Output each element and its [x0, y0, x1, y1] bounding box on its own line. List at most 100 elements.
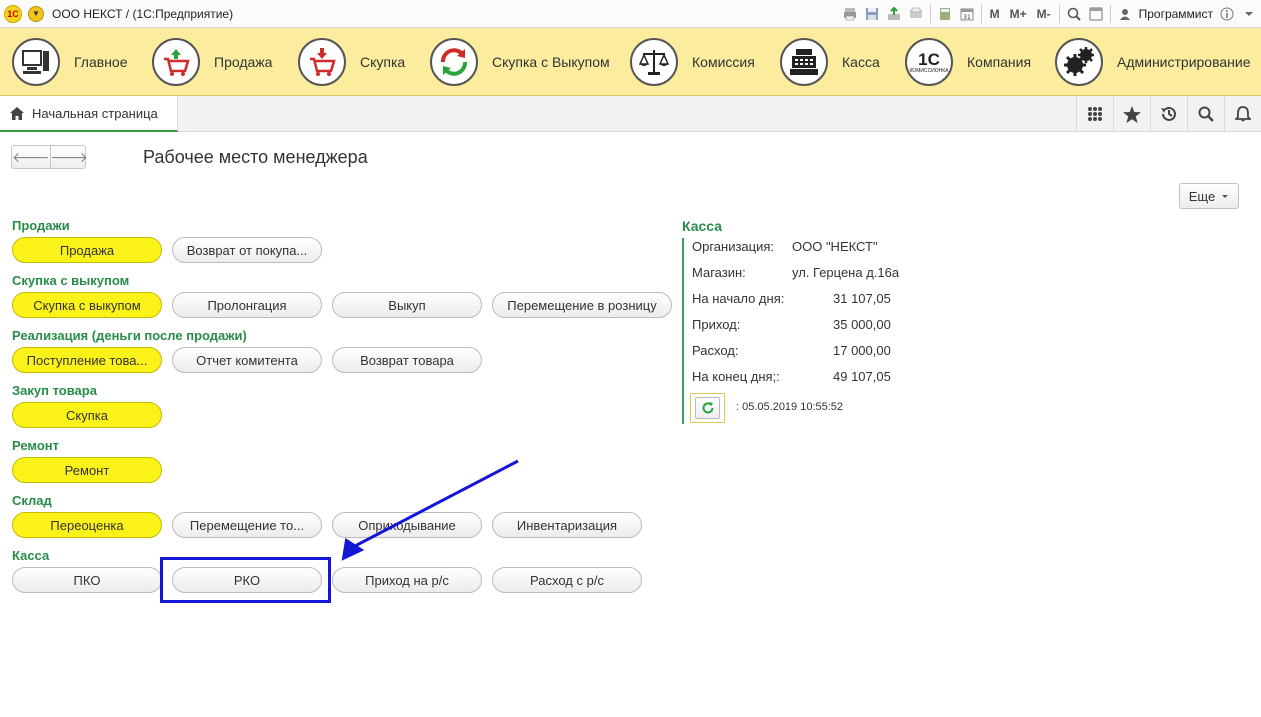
grid-icon: [1088, 107, 1102, 121]
tab-bar: Начальная страница: [0, 96, 1261, 132]
title-bar: 1С ▼ ООО НЕКСТ / (1С:Предприятие) 31 M M…: [0, 0, 1261, 28]
user-name[interactable]: Программист: [1139, 7, 1213, 21]
memory-plus-button[interactable]: M+: [1008, 7, 1029, 21]
save-icon[interactable]: [864, 6, 880, 22]
redemption-button[interactable]: Выкуп: [332, 292, 482, 318]
section-sales[interactable]: Продажа: [152, 28, 272, 96]
section-label: Комиссия: [692, 54, 755, 70]
section-buyup[interactable]: Скупка: [298, 28, 405, 96]
company-icon-subtext: КОМИССИОНКА: [909, 67, 949, 74]
notifications-button[interactable]: [1224, 96, 1261, 132]
bank-income-button[interactable]: Приход на р/с: [332, 567, 482, 593]
cart-up-icon: [152, 38, 200, 86]
window-title: ООО НЕКСТ / (1С:Предприятие): [52, 6, 234, 21]
memory-m-button[interactable]: M: [988, 7, 1002, 21]
kassa-panel-border: [682, 238, 684, 424]
goods-receipt-button[interactable]: Поступление това...: [12, 347, 162, 373]
info-icon[interactable]: [1219, 6, 1235, 22]
kassa-label-expense: Расход:: [692, 343, 739, 358]
calculator-icon[interactable]: [937, 6, 953, 22]
calendar-icon[interactable]: 31: [959, 6, 975, 22]
section-label: Продажа: [214, 54, 273, 70]
more-button[interactable]: Еще: [1179, 183, 1239, 209]
kassa-panel-title: Касса: [682, 218, 723, 234]
more-button-label: Еще: [1188, 188, 1216, 204]
section-label: Администрирование: [1117, 54, 1251, 70]
star-icon: [1123, 105, 1141, 123]
section-label: Скупка с Выкупом: [492, 54, 610, 70]
sections-panel: Главное Продажа Скупка Скупка с Выкупом …: [0, 28, 1261, 96]
group-title-buyup-redemption: Скупка с выкупом: [12, 273, 130, 288]
group-title-sales: Продажи: [12, 218, 70, 233]
annotation-highlight-box: [160, 557, 331, 603]
posting-button[interactable]: Оприходывание: [332, 512, 482, 538]
back-arrow-icon[interactable]: 🡐: [12, 146, 51, 168]
section-commission[interactable]: Комиссия: [630, 28, 755, 96]
group-title-realization: Реализация (деньги после продажи): [12, 328, 247, 343]
inventory-button[interactable]: Инвентаризация: [492, 512, 642, 538]
section-kassa[interactable]: Касса: [780, 28, 880, 96]
kassa-label-organization: Организация:: [692, 239, 775, 254]
chevron-down-icon[interactable]: [1241, 6, 1257, 22]
sale-button[interactable]: Продажа: [12, 237, 162, 263]
history-icon: [1161, 106, 1176, 121]
buyup-redemption-button[interactable]: Скупка с выкупом: [12, 292, 162, 318]
section-buyup-redemption[interactable]: Скупка с Выкупом: [430, 28, 610, 96]
refresh-button[interactable]: [690, 393, 725, 423]
consignor-report-button[interactable]: Отчет комитента: [172, 347, 322, 373]
kassa-timestamp: : 05.05.2019 10:55:52: [736, 401, 844, 413]
separator: [1109, 5, 1111, 23]
kassa-value-income: 35 000,00: [833, 317, 891, 332]
revaluation-button[interactable]: Переоценка: [12, 512, 162, 538]
bell-icon: [1235, 105, 1251, 121]
section-admin[interactable]: Администрирование: [1055, 28, 1251, 96]
export-icon[interactable]: [886, 6, 902, 22]
cart-down-icon: [298, 38, 346, 86]
all-functions-button[interactable]: [1076, 96, 1113, 132]
chevron-down-icon: [1222, 195, 1229, 198]
title-toolbar: 31 M M+ M- Программист: [842, 0, 1257, 28]
kassa-value-organization: ООО "НЕКСТ": [792, 239, 878, 254]
search-button[interactable]: [1187, 96, 1224, 132]
prolongation-button[interactable]: Пролонгация: [172, 292, 322, 318]
goods-movement-button[interactable]: Перемещение то...: [172, 512, 322, 538]
company-icon-text: 1С: [918, 49, 940, 69]
refresh-button-inner: [695, 397, 720, 419]
section-label: Компания: [967, 54, 1032, 70]
company-1c-icon: 1С КОМИССИОНКА: [905, 38, 953, 86]
cycle-arrows-icon: [430, 38, 478, 86]
print-icon[interactable]: [842, 6, 858, 22]
customer-return-button[interactable]: Возврат от покупа...: [172, 237, 322, 263]
pko-button[interactable]: ПКО: [12, 567, 162, 593]
tab-home[interactable]: Начальная страница: [0, 96, 178, 132]
search-icon: [1198, 106, 1214, 122]
refresh-icon: [702, 402, 713, 414]
kassa-value-day-start: 31 107,05: [833, 291, 891, 306]
tab-home-label: Начальная страница: [32, 105, 158, 121]
group-title-purchase: Закуп товара: [12, 383, 97, 398]
preview-icon[interactable]: [908, 6, 924, 22]
bank-expense-button[interactable]: Расход с р/с: [492, 567, 642, 593]
window-icon[interactable]: [1088, 6, 1104, 22]
cash-register-icon: [780, 38, 828, 86]
history-button[interactable]: [1150, 96, 1187, 132]
main-menu-button[interactable]: ▼: [28, 5, 44, 22]
zoom-icon[interactable]: [1066, 6, 1082, 22]
memory-minus-button[interactable]: M-: [1035, 7, 1053, 21]
favorites-button[interactable]: [1113, 96, 1150, 132]
move-to-retail-button[interactable]: Перемещение в розницу: [492, 292, 672, 318]
goods-return-button[interactable]: Возврат товара: [332, 347, 482, 373]
forward-arrow-icon[interactable]: 🡒: [51, 146, 89, 168]
buyup-button[interactable]: Скупка: [12, 402, 162, 428]
home-icon: [10, 106, 24, 120]
kassa-label-income: Приход:: [692, 317, 741, 332]
section-label: Скупка: [360, 54, 406, 70]
nav-arrows: 🡐 🡒: [11, 145, 89, 169]
kassa-value-store: ул. Герцена д.16а: [792, 265, 900, 280]
section-company[interactable]: 1С КОМИССИОНКА Компания: [905, 28, 1031, 96]
kassa-value-day-end: 49 107,05: [833, 369, 891, 384]
group-title-repair: Ремонт: [12, 438, 60, 453]
section-main[interactable]: Главное: [12, 28, 128, 96]
repair-button[interactable]: Ремонт: [12, 457, 162, 483]
tabbar-tools: [1076, 96, 1261, 132]
